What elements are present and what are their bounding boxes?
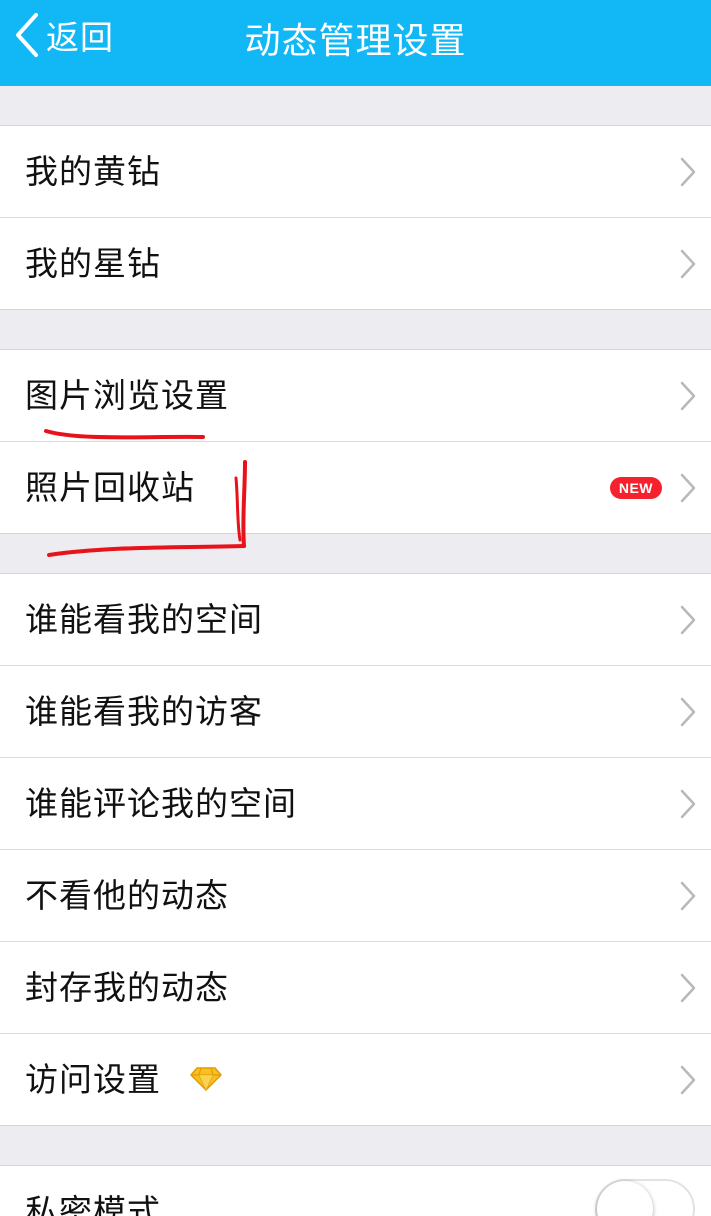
chevron-right-icon xyxy=(680,473,696,503)
row-label: 照片回收站 xyxy=(25,468,195,507)
settings-page: 返回 动态管理设置 我的黄钻 我的星钻 图片浏览设置 照片回收站 NEW 谁能看… xyxy=(0,0,711,1216)
chevron-right-icon xyxy=(680,697,696,727)
row-label: 谁能看我的访客 xyxy=(25,692,263,731)
row-label: 访问设置 xyxy=(25,1060,161,1099)
row-label: 谁能评论我的空间 xyxy=(25,784,297,823)
chevron-right-icon xyxy=(680,789,696,819)
row-label: 谁能看我的空间 xyxy=(25,600,263,639)
toggle-knob xyxy=(597,1181,653,1216)
row-image-browse-settings[interactable]: 图片浏览设置 xyxy=(0,350,711,442)
row-label: 图片浏览设置 xyxy=(25,376,229,415)
row-who-can-view-space[interactable]: 谁能看我的空间 xyxy=(0,574,711,666)
row-archive-my-feeds[interactable]: 封存我的动态 xyxy=(0,942,711,1034)
page-title: 动态管理设置 xyxy=(244,21,467,62)
row-my-star-diamond[interactable]: 我的星钻 xyxy=(0,218,711,309)
new-badge: NEW xyxy=(609,477,662,499)
chevron-right-icon xyxy=(680,605,696,635)
row-label: 私密模式 xyxy=(25,1192,161,1216)
chevron-right-icon xyxy=(680,157,696,187)
chevron-right-icon xyxy=(680,973,696,1003)
chevron-right-icon xyxy=(680,1065,696,1095)
row-label: 我的星钻 xyxy=(25,244,161,283)
row-label: 封存我的动态 xyxy=(25,968,229,1007)
settings-group-private-mode: 私密模式 xyxy=(0,1165,711,1216)
diamond-icon xyxy=(190,1067,222,1092)
chevron-right-icon xyxy=(680,249,696,279)
chevron-right-icon xyxy=(680,381,696,411)
settings-group-photo: 图片浏览设置 照片回收站 NEW xyxy=(0,349,711,534)
private-mode-toggle[interactable] xyxy=(595,1179,695,1216)
row-who-can-comment[interactable]: 谁能评论我的空间 xyxy=(0,758,711,850)
row-label: 不看他的动态 xyxy=(25,876,229,915)
row-photo-recycle-bin[interactable]: 照片回收站 NEW xyxy=(0,442,711,533)
row-private-mode[interactable]: 私密模式 xyxy=(0,1166,711,1216)
row-label: 我的黄钻 xyxy=(25,152,161,191)
row-my-yellow-diamond[interactable]: 我的黄钻 xyxy=(0,126,711,218)
row-hide-their-feeds[interactable]: 不看他的动态 xyxy=(0,850,711,942)
row-who-can-view-visitors[interactable]: 谁能看我的访客 xyxy=(0,666,711,758)
settings-group-vip: 我的黄钻 我的星钻 xyxy=(0,125,711,310)
nav-bar: 返回 动态管理设置 xyxy=(0,0,711,86)
chevron-right-icon xyxy=(680,881,696,911)
settings-group-privacy: 谁能看我的空间 谁能看我的访客 谁能评论我的空间 不看他的动态 封存我的动态 访… xyxy=(0,573,711,1126)
row-access-settings[interactable]: 访问设置 xyxy=(0,1034,711,1125)
